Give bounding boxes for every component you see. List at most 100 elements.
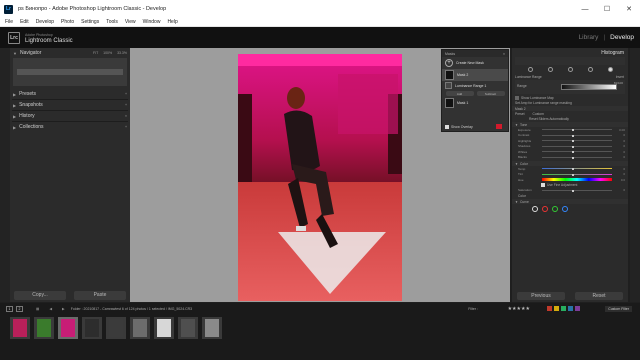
blue-label-swatch[interactable]: [568, 306, 573, 311]
navigator-header[interactable]: ▼ Navigator FIT 100% 33.3%: [10, 48, 130, 58]
luminance-range-control[interactable]: Range 81/100: [515, 80, 625, 94]
masks-header[interactable]: Masks ×: [442, 50, 508, 57]
close-panel-icon[interactable]: ×: [503, 52, 505, 56]
invert-label[interactable]: Invert: [616, 75, 624, 79]
module-develop[interactable]: Develop: [610, 34, 634, 41]
history-header[interactable]: ▶ History ×: [10, 111, 130, 121]
presets-header[interactable]: ▶ Presets +: [10, 89, 130, 99]
menu-edit[interactable]: Edit: [20, 19, 29, 25]
left-panel-toggle[interactable]: [0, 48, 10, 302]
filmstrip-thumbnail[interactable]: [106, 317, 126, 339]
add-icon[interactable]: +: [125, 125, 127, 129]
checkbox[interactable]: [445, 125, 449, 129]
purple-label-swatch[interactable]: [575, 306, 580, 311]
masking-tool-icon[interactable]: [607, 67, 613, 72]
redeye-tool-icon[interactable]: [587, 67, 593, 72]
photo-preview[interactable]: [238, 54, 402, 301]
right-panel-toggle[interactable]: [630, 48, 640, 302]
reset-auto-row[interactable]: Reset Sliders Automatically: [512, 116, 628, 121]
slider-label: Exposure: [518, 127, 531, 132]
menu-tools[interactable]: Tools: [106, 19, 118, 25]
curve-section-header[interactable]: ▼ Curve: [512, 199, 628, 204]
mask-item[interactable]: Mask 1: [442, 97, 508, 109]
mask-item[interactable]: Mask 2: [442, 69, 508, 81]
green-channel-icon[interactable]: [552, 206, 558, 212]
mask-add-button[interactable]: Add: [445, 91, 474, 96]
red-label-swatch[interactable]: [547, 306, 552, 311]
custom-filter-dropdown[interactable]: Custom Filter: [605, 305, 632, 312]
paste-button[interactable]: Paste: [74, 290, 126, 300]
close-button[interactable]: ✕: [618, 0, 640, 18]
checkbox[interactable]: [541, 183, 545, 187]
navigator-preview[interactable]: [13, 58, 127, 86]
filmstrip-thumbnail[interactable]: [34, 317, 54, 339]
histogram-title[interactable]: Histogram: [512, 48, 628, 57]
mask-component[interactable]: Luminance Range 1: [442, 81, 508, 90]
menu-file[interactable]: File: [5, 19, 13, 25]
minimize-button[interactable]: —: [574, 0, 596, 18]
maximize-button[interactable]: ☐: [596, 0, 618, 18]
filmstrip-thumbnail[interactable]: [202, 317, 222, 339]
range-label: Range: [517, 84, 527, 88]
preset-value[interactable]: Custom: [533, 112, 544, 116]
show-overlay-toggle[interactable]: Show Overlay: [445, 125, 473, 129]
slider-value[interactable]: 0: [623, 133, 625, 137]
filmstrip-thumbnail[interactable]: [178, 317, 198, 339]
module-library[interactable]: Library: [579, 34, 599, 41]
snapshots-header[interactable]: ▶ Snapshots +: [10, 100, 130, 110]
zoom-fit[interactable]: FIT: [93, 51, 98, 55]
slider-blacks[interactable]: Blacks 0: [512, 155, 628, 161]
menu-help[interactable]: Help: [167, 19, 177, 25]
mask-subtract-button[interactable]: Subtract: [476, 91, 505, 96]
create-new-mask-button[interactable]: + Create New Mask: [442, 57, 508, 69]
previous-button[interactable]: Previous: [517, 292, 565, 300]
filmstrip-thumbnail[interactable]: [130, 317, 150, 339]
slider-value[interactable]: 0: [623, 155, 625, 159]
overlay-color-swatch[interactable]: [496, 124, 502, 129]
slider-value[interactable]: 0: [623, 144, 625, 148]
clear-icon[interactable]: ×: [125, 114, 127, 118]
slider-value[interactable]: 0: [623, 150, 625, 154]
menu-settings[interactable]: Settings: [81, 19, 99, 25]
menu-view[interactable]: View: [125, 19, 136, 25]
crop-tool-icon[interactable]: [527, 67, 533, 72]
slider-value[interactable]: 0.00: [619, 128, 625, 132]
menu-photo[interactable]: Photo: [61, 19, 74, 25]
forward-arrow-icon[interactable]: ▶: [62, 307, 65, 311]
menu-develop[interactable]: Develop: [36, 19, 54, 25]
zoom-100[interactable]: 100%: [103, 51, 112, 55]
copy-button[interactable]: Copy...: [14, 290, 66, 300]
filmstrip-thumbnail[interactable]: [58, 317, 78, 339]
grid-icon[interactable]: ▦: [36, 307, 39, 311]
rgb-channel-icon[interactable]: [532, 206, 538, 212]
slider-value[interactable]: 0: [623, 167, 625, 171]
slider-value[interactable]: 0: [623, 139, 625, 143]
hue-spectrum[interactable]: [542, 178, 612, 181]
reset-button[interactable]: Reset: [575, 292, 623, 300]
add-icon[interactable]: +: [125, 92, 127, 96]
refine-row[interactable]: Set Amp for Luminance range masking: [512, 100, 628, 105]
filmstrip-thumbnail[interactable]: [82, 317, 102, 339]
luminance-gradient[interactable]: [561, 84, 617, 90]
yellow-label-swatch[interactable]: [554, 306, 559, 311]
blue-channel-icon[interactable]: [562, 206, 568, 212]
brush-tool-icon[interactable]: [567, 67, 573, 72]
filmstrip-thumbnail[interactable]: [154, 317, 174, 339]
zoom-33[interactable]: 33.3%: [117, 51, 127, 55]
checkbox[interactable]: [515, 95, 519, 100]
red-channel-icon[interactable]: [542, 206, 548, 212]
slider-value[interactable]: 0: [623, 172, 625, 176]
slider-value[interactable]: 0.0: [621, 178, 625, 182]
primary-display-button[interactable]: 1: [6, 305, 13, 312]
source-info[interactable]: Folder : 20210817 - Camrawtest 6 of 124 …: [71, 307, 192, 311]
collections-header[interactable]: ▶ Collections +: [10, 122, 130, 132]
slider-value[interactable]: 0: [623, 188, 625, 192]
add-icon[interactable]: +: [125, 103, 127, 107]
rating-filter[interactable]: ★★★★★: [508, 306, 530, 312]
secondary-display-button[interactable]: 2: [16, 305, 23, 312]
filmstrip-thumbnail[interactable]: [10, 317, 30, 339]
menu-window[interactable]: Window: [143, 19, 161, 25]
green-label-swatch[interactable]: [561, 306, 566, 311]
heal-tool-icon[interactable]: [547, 67, 553, 72]
back-arrow-icon[interactable]: ◀: [49, 307, 52, 311]
